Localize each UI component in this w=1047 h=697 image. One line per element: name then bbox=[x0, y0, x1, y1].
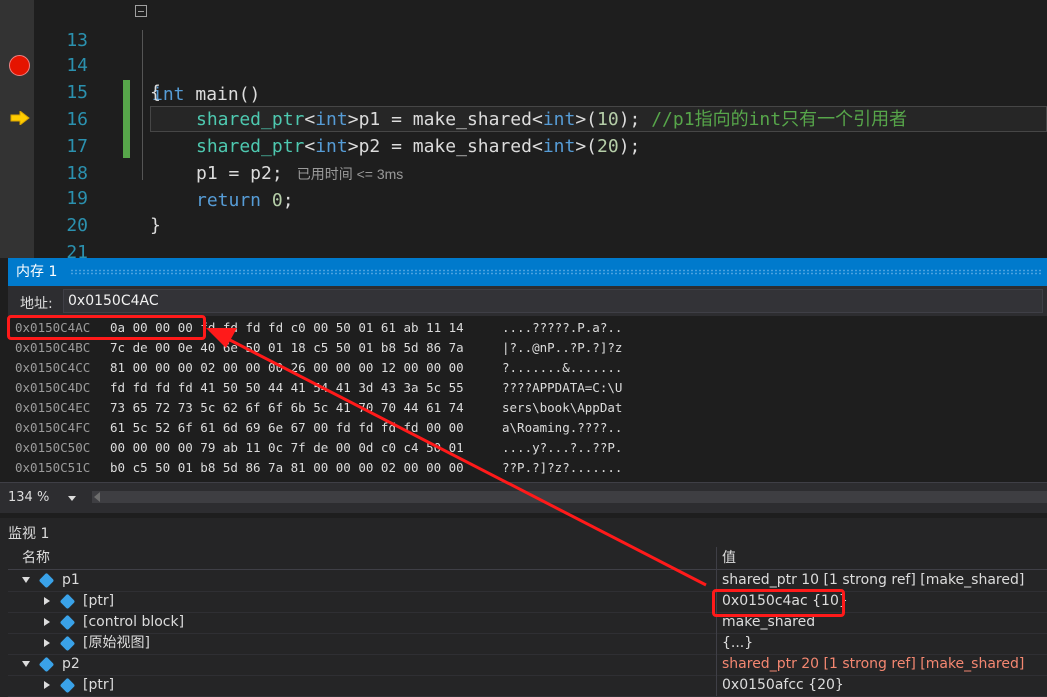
annotation-arrow-icon bbox=[206, 328, 707, 587]
